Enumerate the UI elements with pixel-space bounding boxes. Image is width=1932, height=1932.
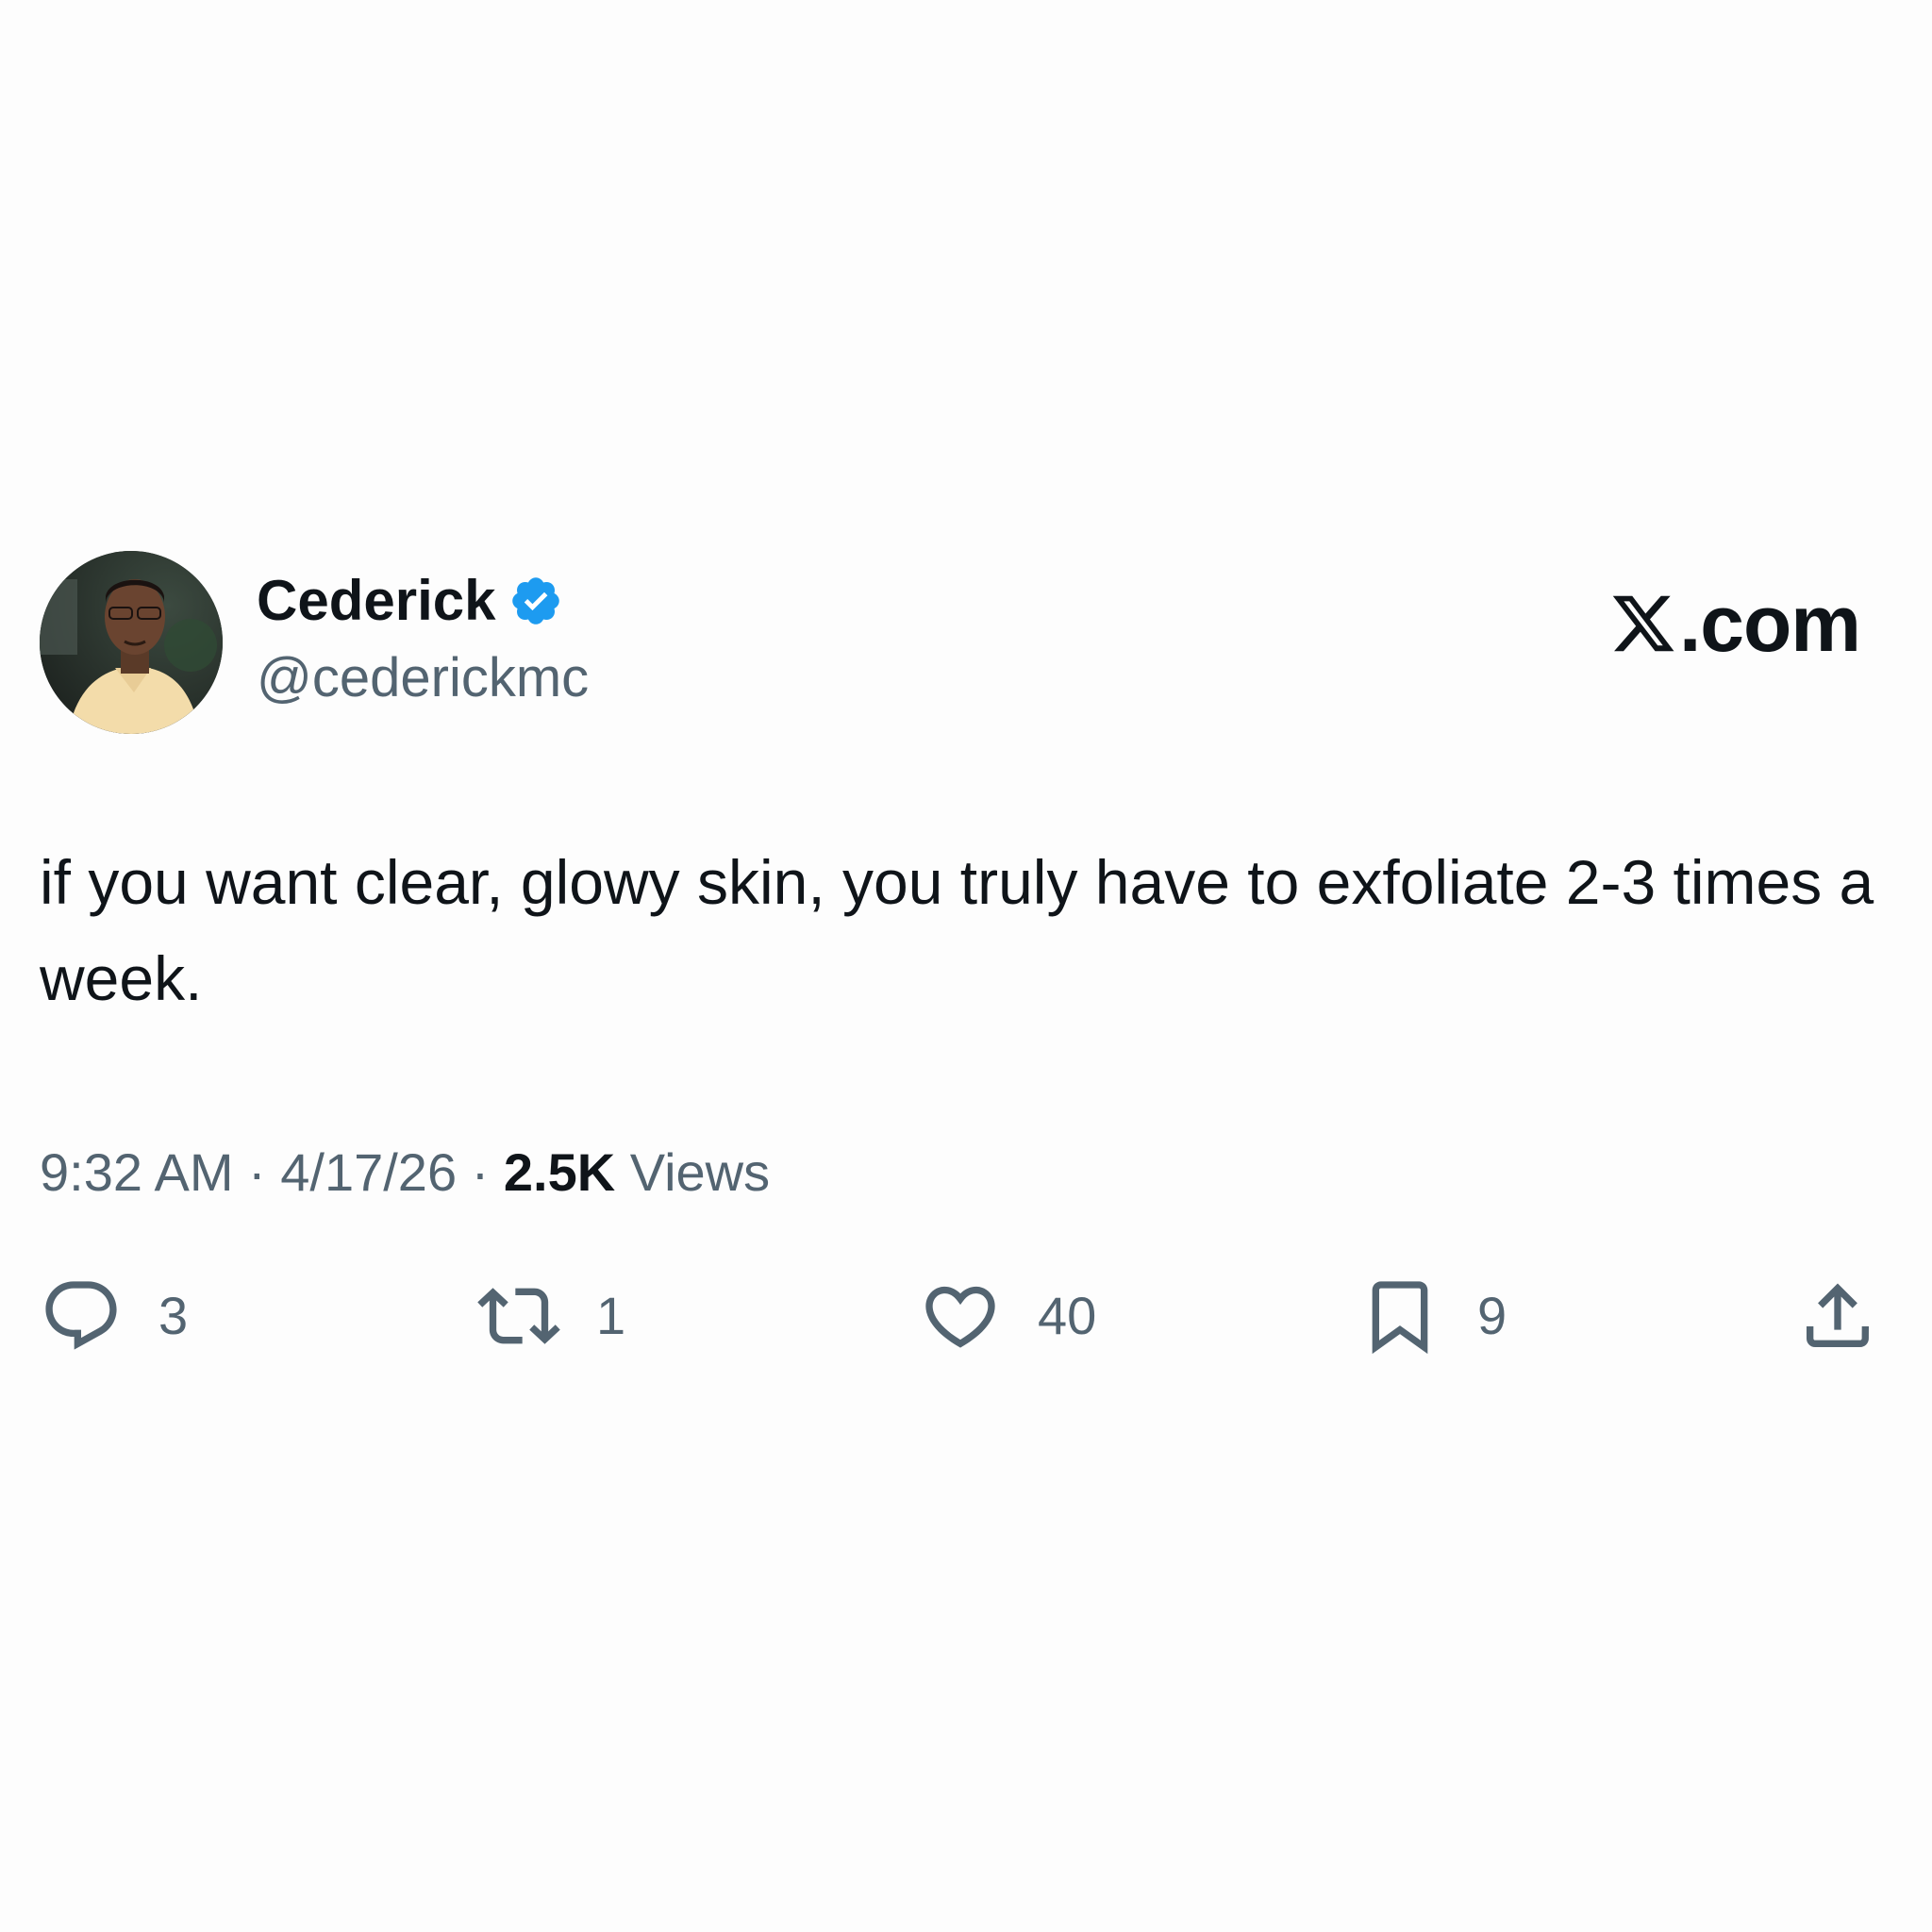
x-logo-icon [1609, 590, 1677, 658]
reply-icon [40, 1274, 123, 1357]
views-label: Views [629, 1142, 771, 1202]
site-logo: .com [1609, 579, 1861, 668]
tweet-meta: 9:32 AM · 4/17/26 · 2.5K Views [40, 1140, 770, 1206]
tweet-date[interactable]: 4/17/26 [280, 1142, 457, 1202]
reply-count: 3 [158, 1286, 189, 1345]
retweet-count: 1 [596, 1286, 626, 1345]
author-name-row[interactable]: Cederick [257, 568, 563, 634]
share-icon [1796, 1274, 1879, 1357]
avatar[interactable] [40, 551, 223, 734]
tweet-card: Cederick @cederickmc .com if you want cl… [0, 0, 1932, 1932]
heart-icon [919, 1274, 1002, 1357]
verified-badge-icon [508, 574, 563, 628]
avatar-photo [40, 551, 223, 734]
meta-separator: · [471, 1142, 490, 1202]
like-count: 40 [1038, 1286, 1097, 1345]
like-button[interactable]: 40 [919, 1274, 1096, 1358]
retweet-button[interactable]: 1 [477, 1274, 625, 1358]
share-button[interactable] [1796, 1274, 1879, 1358]
bookmark-button[interactable]: 9 [1358, 1274, 1507, 1358]
author-handle[interactable]: @cederickmc [257, 645, 589, 711]
site-label: .com [1678, 579, 1861, 668]
action-bar: 3 1 40 9 [0, 1274, 1932, 1358]
views-count: 2.5K [503, 1142, 616, 1202]
display-name[interactable]: Cederick [257, 568, 495, 634]
meta-separator: · [248, 1142, 266, 1202]
reply-button[interactable]: 3 [40, 1274, 188, 1358]
retweet-icon [477, 1274, 560, 1357]
tweet-time[interactable]: 9:32 AM [40, 1142, 233, 1202]
bookmark-count: 9 [1477, 1286, 1507, 1345]
bookmark-icon [1358, 1274, 1441, 1357]
tweet-text: if you want clear, glowy skin, you truly… [40, 847, 1874, 1013]
